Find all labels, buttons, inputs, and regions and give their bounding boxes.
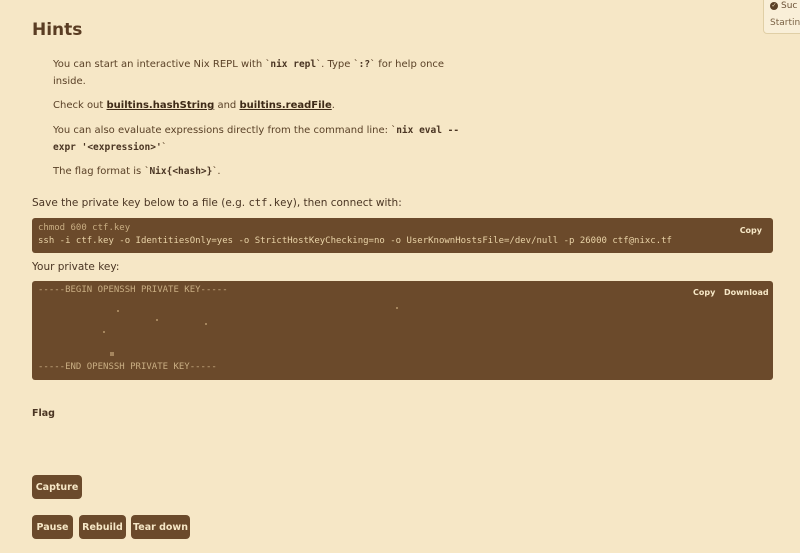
inline-code: ctf.key	[248, 197, 293, 209]
label-text: ), then connect with:	[292, 197, 402, 209]
capture-button[interactable]: Capture	[32, 475, 82, 499]
hint-text: ` for help once	[370, 59, 445, 70]
hint-text: You can start an interactive Nix REPL wi…	[53, 59, 271, 70]
key-content-speck	[156, 319, 158, 321]
flag-label: Flag	[32, 408, 55, 419]
tear-down-button[interactable]: Tear down	[131, 515, 190, 539]
inline-code: nix repl	[270, 59, 317, 70]
hint-text: The flag format is `	[53, 166, 150, 177]
hint-builtins: Check out builtins.hashString and builti…	[53, 97, 335, 114]
download-key-button[interactable]: Download	[724, 288, 769, 297]
private-key-begin: -----BEGIN OPENSSH PRIVATE KEY-----	[38, 285, 228, 295]
private-key-label: Your private key:	[32, 261, 120, 273]
pause-button[interactable]: Pause	[32, 515, 73, 539]
check-circle-icon: ✓	[770, 2, 778, 10]
success-toast[interactable]: ✓ Suc Startin	[763, 0, 800, 34]
copy-key-button[interactable]: Copy	[693, 288, 715, 297]
toast-subtitle: Startin	[770, 18, 800, 28]
hint-text: You can also evaluate expressions direct…	[53, 125, 397, 136]
inline-code: nix eval --	[396, 125, 460, 136]
toast-title: Suc	[781, 1, 798, 11]
hint-text: Check out	[53, 100, 107, 111]
rebuild-button[interactable]: Rebuild	[79, 515, 126, 539]
inline-code: Nix{<hash>}	[149, 166, 213, 177]
hint-text: `.	[212, 166, 221, 177]
label-text: Save the private key below to a file (e.…	[32, 197, 249, 209]
hint-repl: You can start an interactive Nix REPL wi…	[53, 56, 444, 90]
hint-text: inside.	[53, 76, 86, 87]
inline-code: expr '<expression>'	[53, 142, 162, 153]
ssh-command: ssh -i ctf.key -o IdentitiesOnly=yes -o …	[38, 236, 672, 246]
chmod-command: chmod 600 ctf.key	[38, 223, 131, 233]
builtins-hashstring-link[interactable]: builtins.hashString	[107, 100, 215, 111]
key-content-speck	[396, 307, 398, 309]
hint-text: `. Type `	[316, 59, 359, 70]
hint-flag-format: The flag format is `Nix{<hash>}`.	[53, 163, 221, 180]
hint-text: and	[214, 100, 240, 111]
private-key-box: -----BEGIN OPENSSH PRIVATE KEY----- ----…	[32, 281, 773, 380]
hint-text: `	[161, 142, 167, 153]
key-content-speck	[117, 310, 119, 312]
builtins-readfile-link[interactable]: builtins.readFile	[239, 100, 331, 111]
private-key-end: -----END OPENSSH PRIVATE KEY-----	[38, 362, 217, 372]
hint-eval: You can also evaluate expressions direct…	[53, 122, 459, 156]
ssh-command-box: chmod 600 ctf.key ssh -i ctf.key -o Iden…	[32, 218, 773, 253]
hint-text: .	[331, 100, 335, 111]
connect-instructions: Save the private key below to a file (e.…	[32, 197, 402, 209]
key-content-speck	[110, 352, 114, 356]
copy-command-button[interactable]: Copy	[740, 226, 762, 235]
hints-heading: Hints	[32, 20, 83, 40]
key-content-speck	[103, 331, 105, 333]
inline-code: :?	[358, 59, 371, 70]
key-content-speck	[205, 323, 207, 325]
